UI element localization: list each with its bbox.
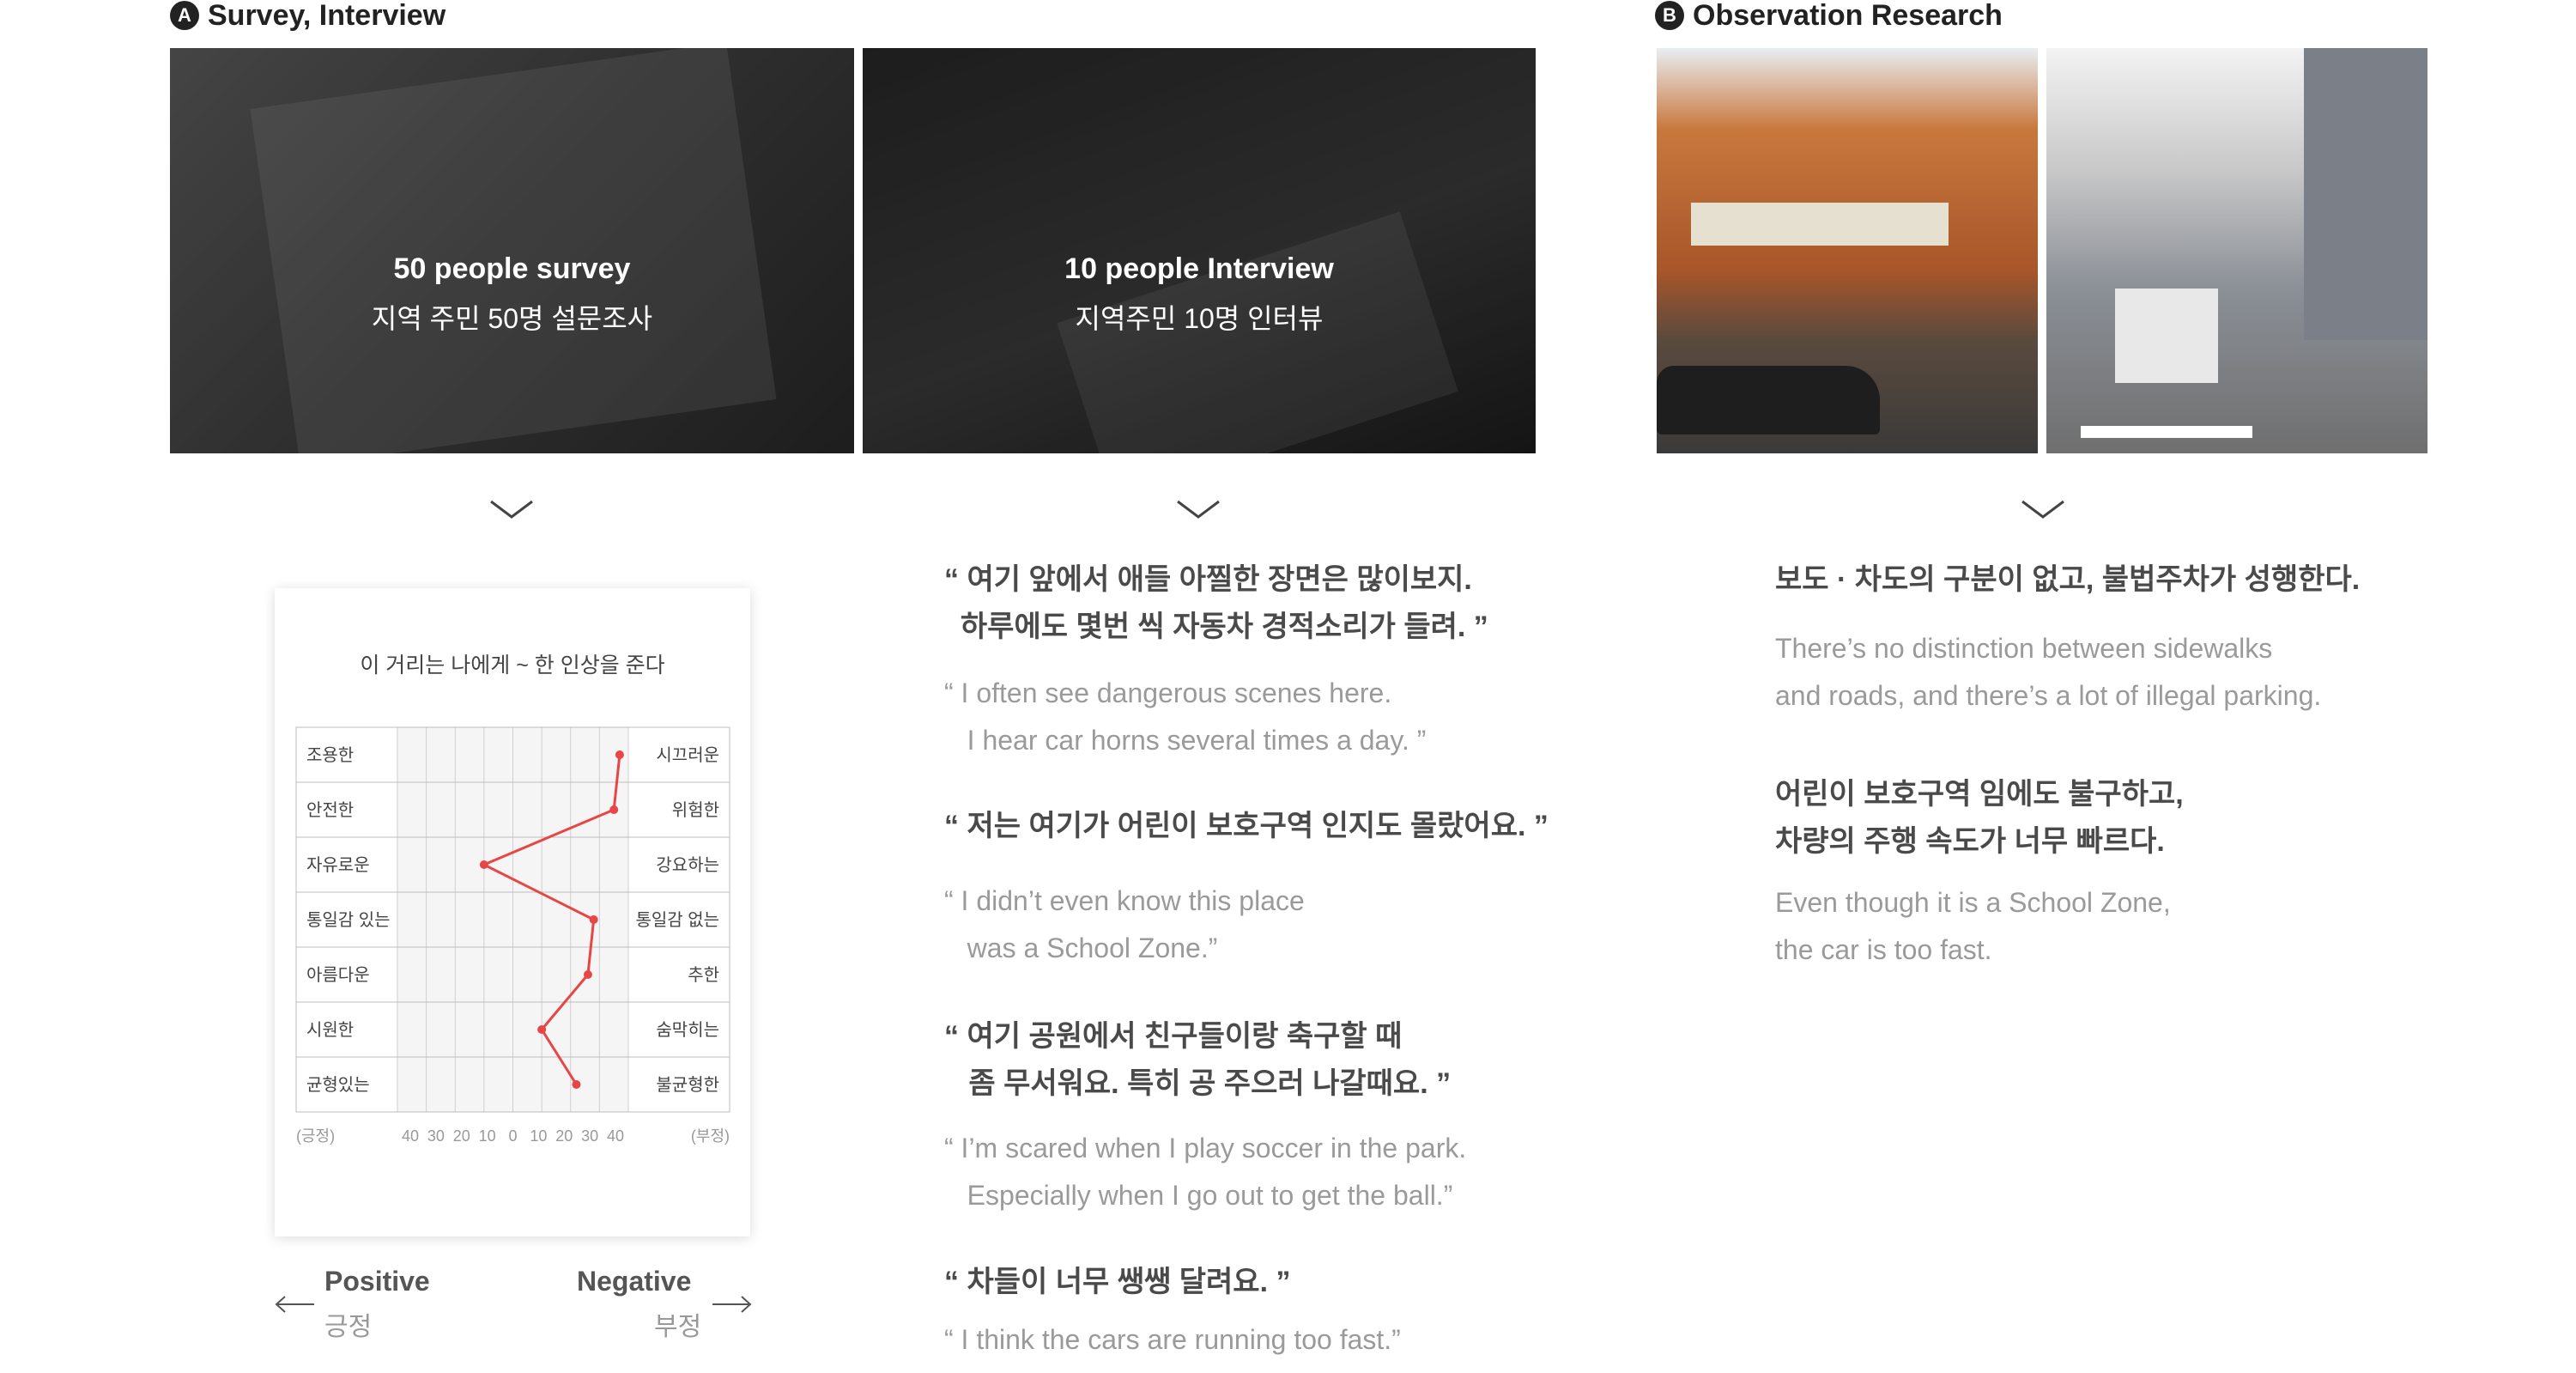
- x-tick-label: 30: [427, 1127, 445, 1145]
- chart-left-label: 균형있는: [306, 1075, 370, 1095]
- photo-overlay: [170, 48, 854, 453]
- interview-caption-ko: 지역주민 10명 인터뷰: [1075, 303, 1324, 334]
- chevron-down-icon: [490, 500, 533, 519]
- observation-1-en: There’s no distinction between sidewalks…: [1775, 633, 2322, 711]
- chart-right-label: 불균형한: [656, 1075, 719, 1095]
- arrow-left-icon: [275, 1296, 314, 1313]
- chart-right-label: 위험한: [672, 800, 719, 820]
- quote-4-ko: “ 차들이 너무 쌩쌩 달려요. ”: [944, 1266, 1291, 1298]
- chart-left-label: 조용한: [306, 745, 354, 765]
- chart-left-label: 아름다운: [306, 965, 370, 985]
- section-a-badge: A: [170, 1, 199, 30]
- street-photo-1: [1657, 48, 2038, 453]
- chart-right-label: 강요하는: [656, 855, 719, 875]
- chart-right-label: 추한: [688, 965, 719, 985]
- x-axis-left-label: (긍정): [296, 1127, 335, 1145]
- shop-sign: [1691, 203, 1949, 246]
- negative-label: Negative: [577, 1266, 692, 1297]
- chevron-down-icon: [1177, 500, 1220, 519]
- chart-data-point: [609, 805, 619, 814]
- semantic-differential-chart: 조용한 시끄러운안전한 위험한자유로운 강요하는통일감 있는 통일감 없는아름다운 추한시…: [295, 726, 730, 1145]
- quote-1-en: “ I often see dangerous scenes here. I h…: [944, 677, 1427, 756]
- quote-1-ko: “ 여기 앞에서 애들 아찔한 장면은 많이보지. 하루에도 몇번 씩 자동차 …: [944, 563, 1488, 643]
- photo-overlay: [863, 48, 1536, 453]
- chart-data-point: [537, 1025, 547, 1034]
- x-tick-label: 20: [453, 1127, 470, 1145]
- interview-photo: 10 people Interview 지역주민 10명 인터뷰: [863, 48, 1536, 453]
- chart-data-point: [572, 1080, 581, 1089]
- x-tick-label: 30: [581, 1127, 598, 1145]
- observation-2-ko: 어린이 보호구역 임에도 불구하고, 차량의 주행 속도가 너무 빠르다.: [1775, 778, 2184, 858]
- negative-label-ko: 부정: [654, 1313, 702, 1341]
- survey-caption-en: 50 people survey: [393, 252, 631, 285]
- section-b-title-text: Observation Research: [1693, 0, 2003, 32]
- interview-caption-en: 10 people Interview: [1064, 252, 1334, 285]
- x-tick-label: 0: [508, 1127, 517, 1145]
- section-a-title: A Survey, Interview: [170, 0, 445, 33]
- quote-4-en: “ I think the cars are running too fast.…: [944, 1324, 1401, 1355]
- positive-label-ko: 긍정: [324, 1313, 373, 1341]
- quote-2-en: “ I didn’t even know this place was a Sc…: [944, 885, 1305, 963]
- chart-data-point: [583, 970, 592, 979]
- chart-right-label: 시끄러운: [656, 745, 719, 765]
- quote-2-ko: “ 저는 여기가 어린이 보호구역 인지도 몰랐어요. ”: [944, 810, 1549, 842]
- chart-left-label: 통일감 있는: [306, 910, 391, 930]
- chart-left-label: 안전한: [306, 800, 354, 820]
- survey-caption-ko: 지역 주민 50명 설문조사: [371, 303, 653, 334]
- observation-1-ko: 보도 · 차도의 구분이 없고, 불법주차가 성행한다.: [1775, 563, 2361, 596]
- positive-label: Positive: [324, 1266, 430, 1297]
- quote-3-en: “ I’m scared when I play soccer in the p…: [944, 1133, 1467, 1211]
- x-tick-label: 10: [479, 1127, 496, 1145]
- x-tick-label: 10: [530, 1127, 547, 1145]
- parked-car: [1657, 366, 1880, 434]
- section-b-title: B Observation Research: [1655, 0, 2003, 33]
- x-tick-label: 40: [402, 1127, 419, 1145]
- truck: [2115, 289, 2218, 383]
- x-tick-label: 20: [555, 1127, 573, 1145]
- building: [2304, 48, 2428, 340]
- chart-data-point: [589, 915, 598, 924]
- chart-left-label: 시원한: [306, 1020, 354, 1040]
- arrow-right-icon: [712, 1296, 752, 1313]
- section-a-title-text: Survey, Interview: [208, 0, 446, 32]
- chart-right-label: 통일감 없는: [635, 910, 719, 930]
- quote-3-ko: “ 여기 공원에서 친구들이랑 축구할 때 좀 무서워요. 특히 공 주으러 나…: [944, 1020, 1452, 1100]
- survey-photo: 50 people survey 지역 주민 50명 설문조사: [170, 48, 854, 453]
- chart-left-label: 자유로운: [306, 855, 370, 875]
- chart-right-label: 숨막히는: [656, 1020, 719, 1040]
- observation-2-en: Even though it is a School Zone, the car…: [1775, 887, 2171, 965]
- street-photo-2: [2046, 48, 2428, 453]
- x-axis-right-label: (부정): [691, 1127, 730, 1145]
- road-marking: [2081, 426, 2252, 438]
- chart-data-point: [479, 860, 488, 869]
- chart-data-point: [615, 750, 624, 759]
- chevron-down-icon: [2021, 500, 2064, 519]
- x-tick-label: 40: [607, 1127, 624, 1145]
- section-b-badge: B: [1655, 1, 1684, 30]
- chart-card: 이 거리는 나에게 ~ 한 인상을 준다 조용한 시끄러운 안전한 위험한 자유로운 강요…: [275, 588, 750, 1236]
